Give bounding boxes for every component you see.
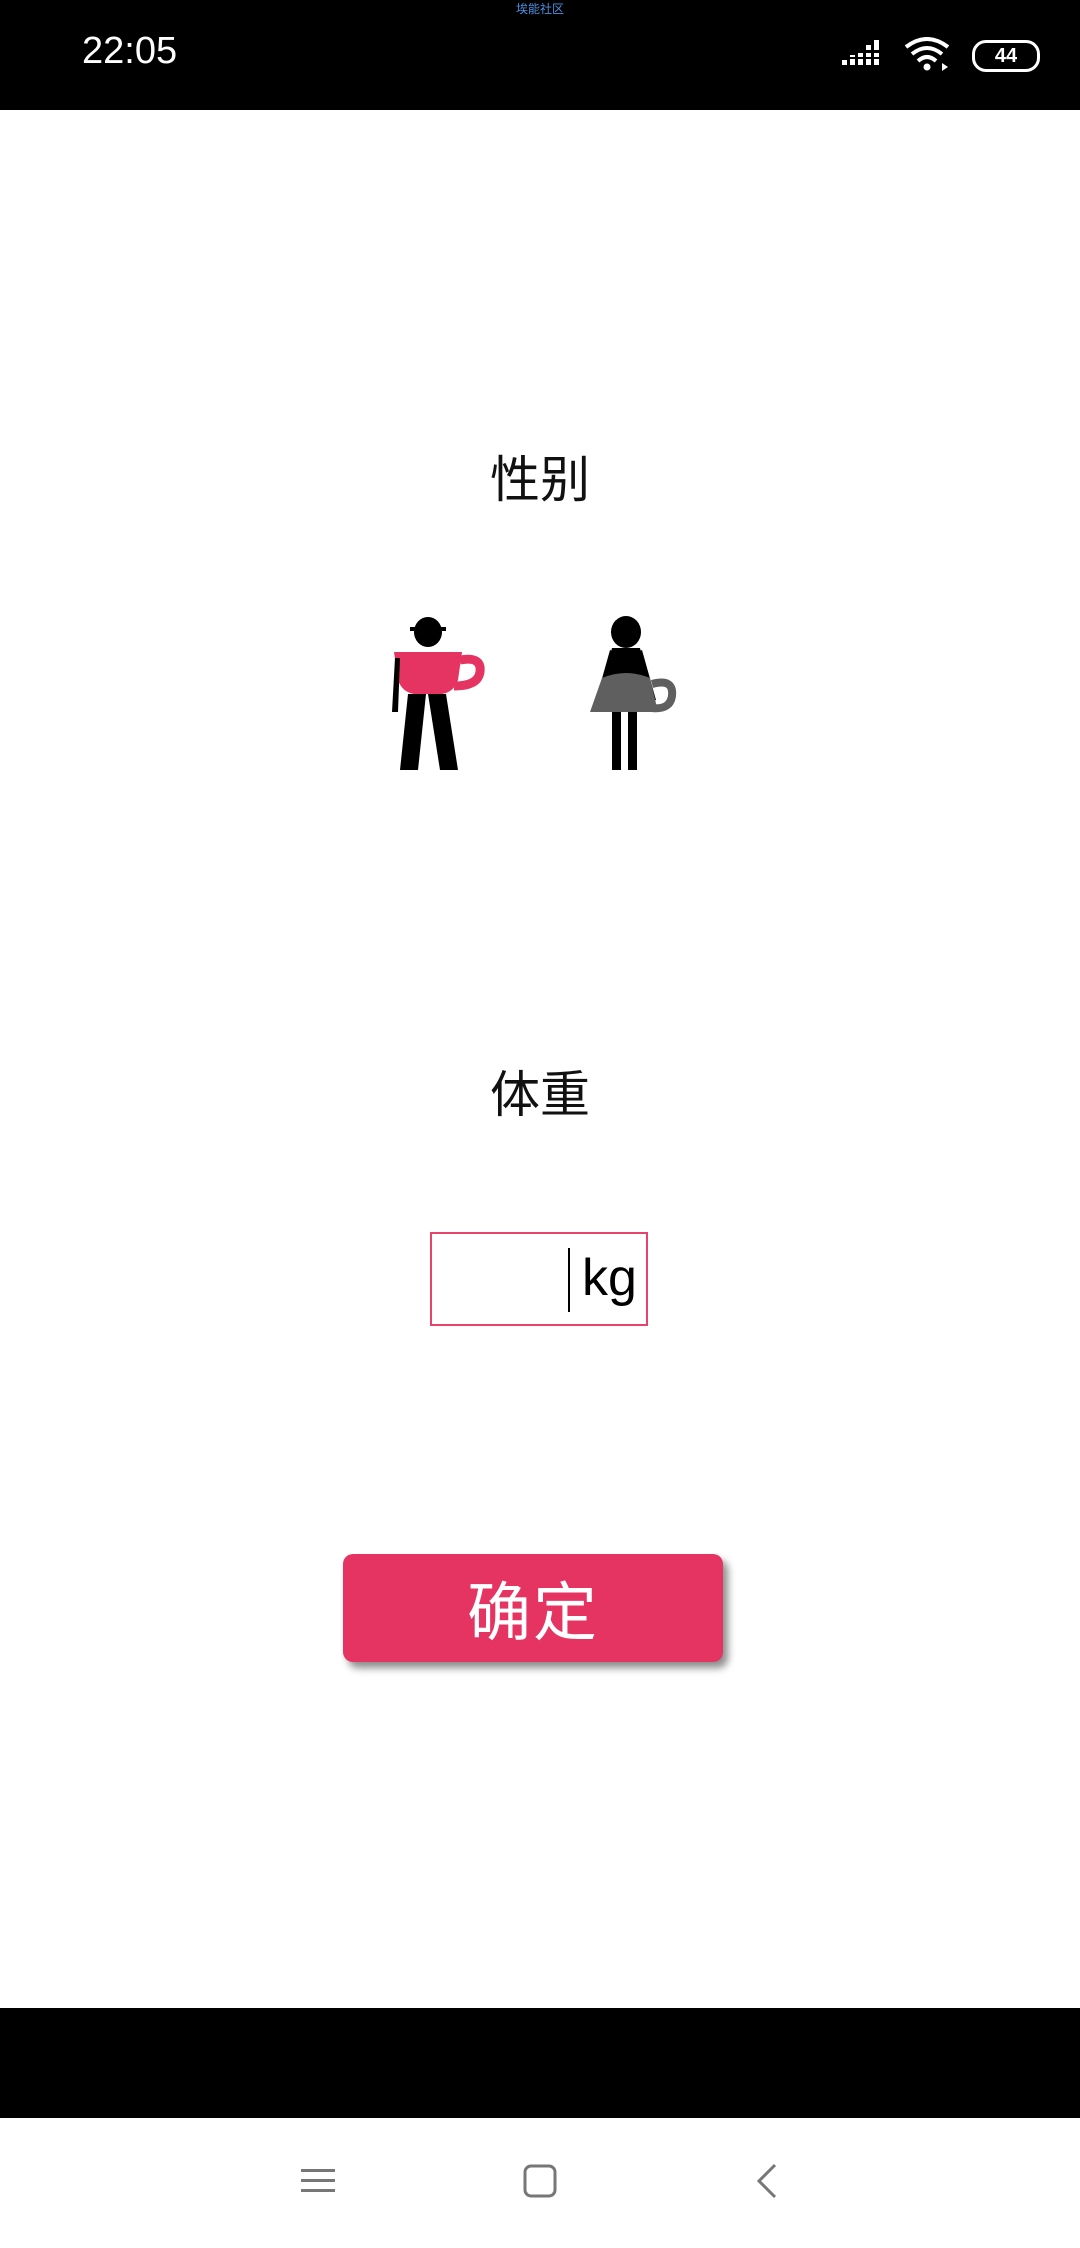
menu-button[interactable]: [283, 2148, 353, 2218]
weight-unit: kg: [582, 1249, 637, 1307]
signal-icon: [842, 40, 882, 72]
female-teacup-figure-icon: [590, 616, 690, 786]
status-time: 22:05: [82, 30, 178, 72]
text-cursor: [568, 1248, 570, 1312]
gender-title: 性别: [490, 451, 590, 509]
back-icon: [755, 2163, 779, 2203]
wifi-icon: [904, 37, 950, 75]
back-button[interactable]: [732, 2148, 802, 2218]
weight-input[interactable]: [432, 1234, 568, 1324]
home-button[interactable]: [505, 2148, 575, 2218]
weight-title: 体重: [490, 1066, 590, 1124]
status-icons: 44: [842, 36, 1040, 76]
bottom-band: [0, 2008, 1080, 2118]
home-icon: [523, 2164, 557, 2202]
status-bar: 埃能社区 22:05 44: [0, 0, 1080, 110]
menu-icon: [301, 2167, 335, 2199]
weight-field[interactable]: kg: [430, 1232, 648, 1326]
male-teacup-figure-icon: [392, 617, 502, 786]
female-option[interactable]: [590, 612, 690, 782]
battery-icon: 44: [972, 40, 1040, 72]
confirm-button[interactable]: 确定: [343, 1554, 723, 1662]
navigation-bar: [0, 2118, 1080, 2248]
status-notice: 埃能社区: [515, 2, 564, 16]
male-option[interactable]: [392, 612, 502, 782]
